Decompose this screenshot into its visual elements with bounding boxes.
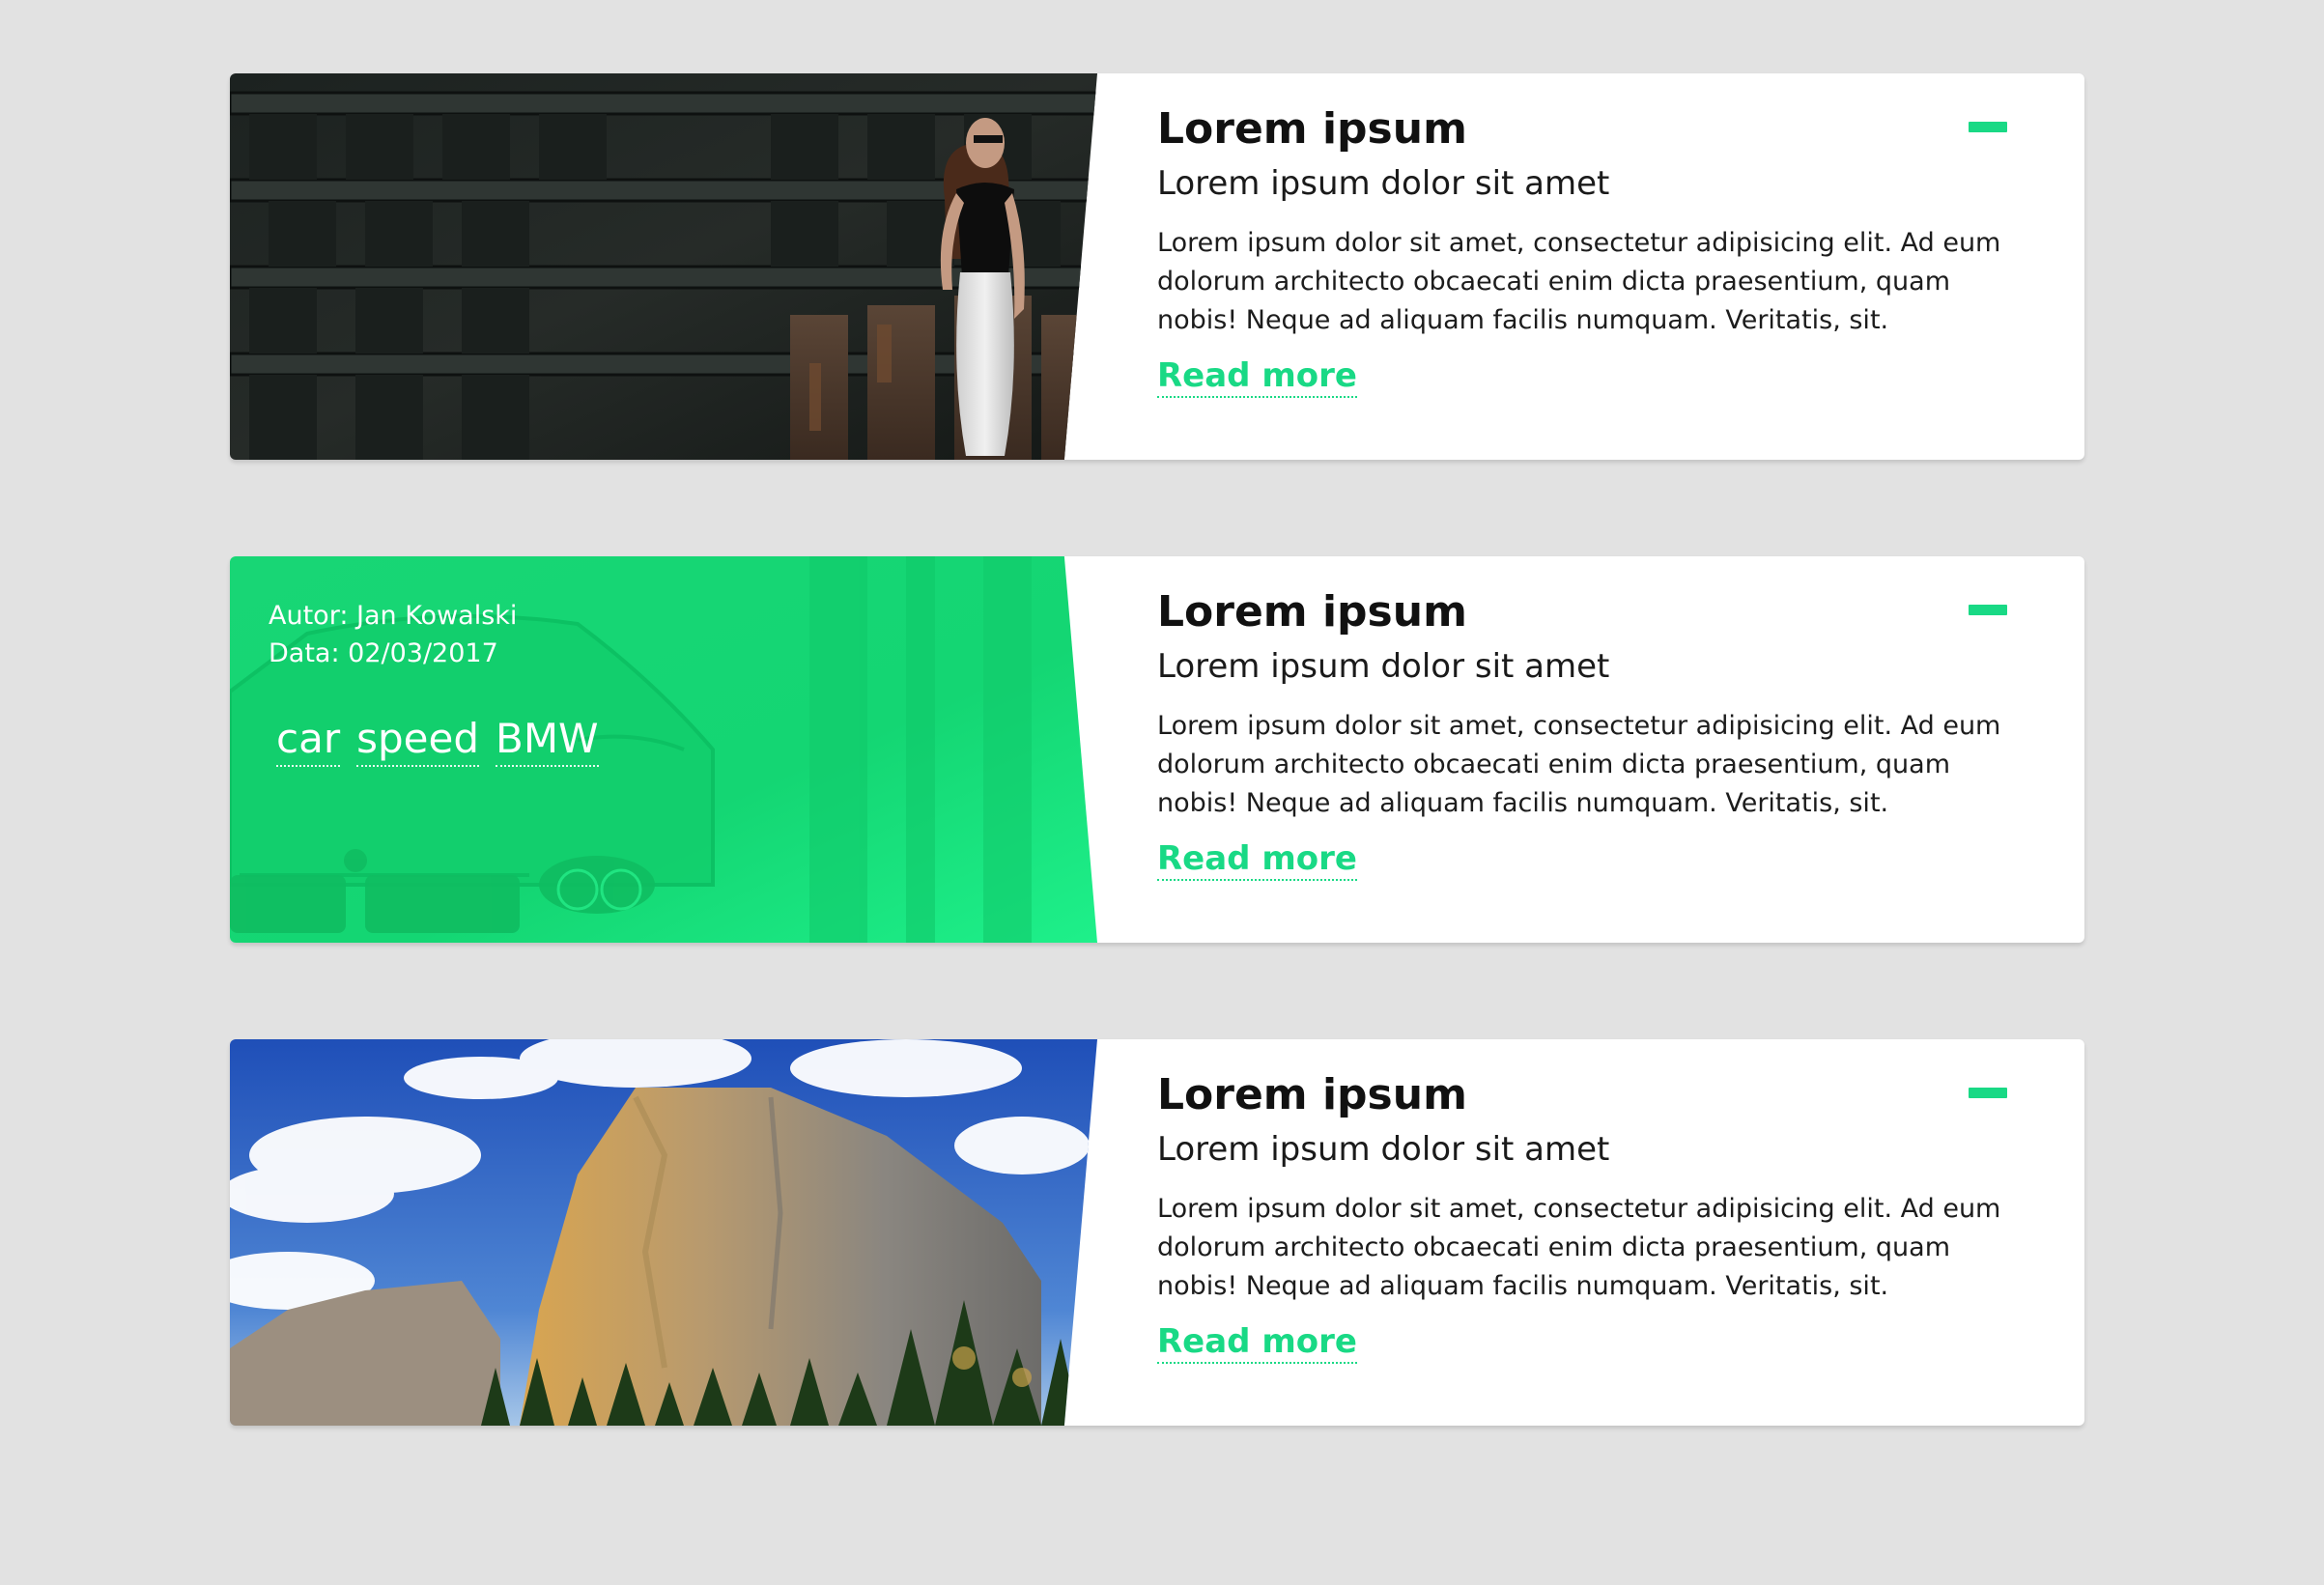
minus-icon[interactable]: [1969, 605, 2007, 615]
card: Autor: Jan Kowalski Data: 02/03/2017 car…: [230, 556, 2084, 943]
card-subtitle: Lorem ipsum dolor sit amet: [1157, 164, 1610, 203]
card-title: Lorem ipsum: [1157, 587, 1467, 637]
card-image: Autor: Jan Kowalski Data: 02/03/2017 car…: [230, 556, 1097, 943]
mountain-landscape-photo: [230, 1039, 1097, 1426]
minus-icon[interactable]: [1969, 1088, 2007, 1098]
card-content: Lorem ipsum Lorem ipsum dolor sit amet L…: [1157, 585, 2026, 881]
card-image: [230, 73, 1097, 460]
card-content: Lorem ipsum Lorem ipsum dolor sit amet L…: [1157, 102, 2026, 398]
card: Lorem ipsum Lorem ipsum dolor sit amet L…: [230, 1039, 2084, 1426]
card-description: Lorem ipsum dolor sit amet, consectetur …: [1157, 228, 2001, 335]
read-more-link[interactable]: Read more: [1157, 1321, 1357, 1364]
card-image: [230, 1039, 1097, 1426]
card-title: Lorem ipsum: [1157, 104, 1467, 154]
card-description: Lorem ipsum dolor sit amet, consectetur …: [1157, 1194, 2001, 1301]
author-label: Autor: Jan Kowalski: [269, 601, 518, 631]
post-meta: Autor: Jan Kowalski Data: 02/03/2017: [269, 597, 517, 672]
tag-list: car speed BMW: [276, 715, 599, 767]
card-subtitle: Lorem ipsum dolor sit amet: [1157, 1130, 1610, 1169]
read-more-link[interactable]: Read more: [1157, 838, 1357, 881]
card-title: Lorem ipsum: [1157, 1070, 1467, 1119]
card-content: Lorem ipsum Lorem ipsum dolor sit amet L…: [1157, 1068, 2026, 1364]
date-label: Data: 02/03/2017: [269, 638, 498, 668]
woman-industrial-photo: [230, 73, 1097, 460]
tag-link[interactable]: speed: [356, 715, 479, 767]
minus-icon[interactable]: [1969, 122, 2007, 132]
tag-link[interactable]: car: [276, 715, 341, 767]
card-description: Lorem ipsum dolor sit amet, consectetur …: [1157, 711, 2001, 818]
card: Lorem ipsum Lorem ipsum dolor sit amet L…: [230, 73, 2084, 460]
read-more-link[interactable]: Read more: [1157, 355, 1357, 398]
card-subtitle: Lorem ipsum dolor sit amet: [1157, 647, 1610, 686]
tag-link[interactable]: BMW: [496, 715, 599, 767]
